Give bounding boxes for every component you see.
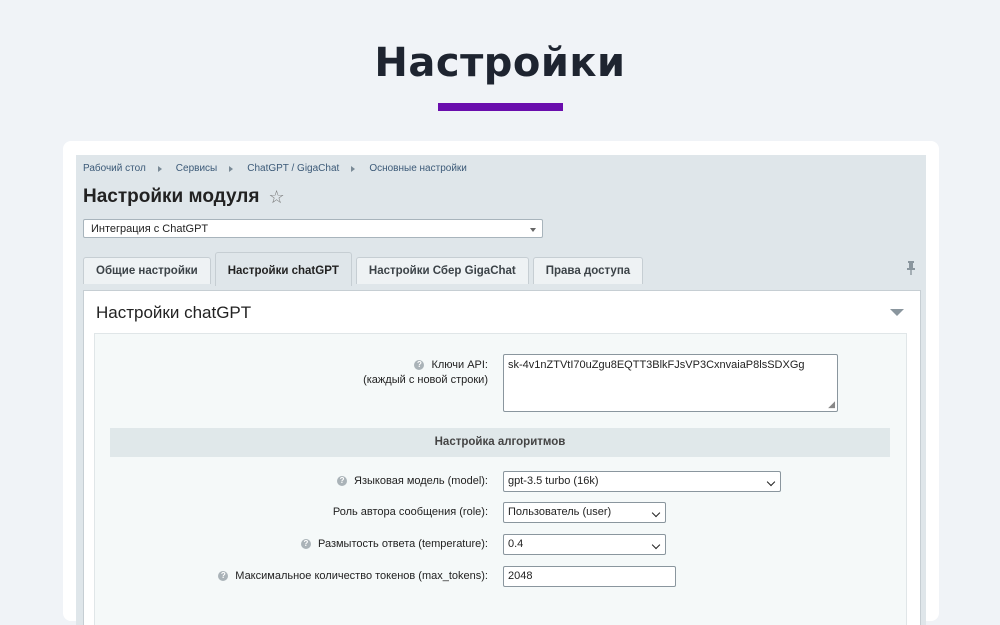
- chevron-down-icon: [766, 477, 776, 487]
- module-title: Настройки модуля ☆: [83, 186, 285, 208]
- tab-chatgpt-settings[interactable]: Настройки chatGPT: [214, 252, 352, 286]
- integration-select[interactable]: Интеграция с ChatGPT: [83, 219, 543, 238]
- pin-icon-svg: [907, 261, 915, 275]
- temperature-select[interactable]: 0.4: [503, 534, 666, 555]
- admin-panel: Рабочий стол Сервисы ChatGPT / GigaChat …: [76, 155, 926, 625]
- help-icon[interactable]: ?: [414, 360, 425, 371]
- max-tokens-value: 2048: [508, 570, 533, 582]
- breadcrumb-item-main-settings[interactable]: Основные настройки: [369, 163, 467, 174]
- api-keys-label: ? Ключи API: (каждый с новой строки): [363, 358, 488, 388]
- integration-select-value: Интеграция с ChatGPT: [91, 223, 209, 235]
- algorithm-section-header: Настройка алгоритмов: [110, 428, 890, 457]
- breadcrumb-item-desktop[interactable]: Рабочий стол: [83, 163, 146, 174]
- max-tokens-label: ? Максимальное количество токенов (max_to…: [218, 570, 488, 582]
- role-select[interactable]: Пользователь (user): [503, 502, 666, 523]
- collapse-icon[interactable]: [890, 309, 904, 316]
- breadcrumb: Рабочий стол Сервисы ChatGPT / GigaChat …: [83, 163, 467, 174]
- tab-bar: Общие настройки Настройки chatGPT Настро…: [83, 252, 647, 286]
- breadcrumb-separator-icon: [157, 165, 162, 172]
- model-select[interactable]: gpt-3.5 turbo (16k): [503, 471, 781, 492]
- api-keys-label-main: Ключи API:: [431, 359, 488, 371]
- model-label-text: Языковая модель (model):: [354, 475, 488, 487]
- hero-underline: [438, 103, 563, 111]
- resize-handle-icon[interactable]: ◢: [828, 399, 835, 410]
- settings-panel: Настройки chatGPT ? Ключи API: (каждый с …: [83, 290, 921, 625]
- max-tokens-input[interactable]: 2048: [503, 566, 676, 587]
- temperature-label: ? Размытость ответа (temperature):: [300, 538, 488, 550]
- chevron-down-icon: [651, 540, 661, 550]
- screenshot-card: Рабочий стол Сервисы ChatGPT / GigaChat …: [63, 141, 939, 625]
- help-icon[interactable]: ?: [337, 476, 348, 487]
- role-label: Роль автора сообщения (role):: [332, 506, 488, 518]
- page-hero-title: Настройки: [374, 40, 626, 86]
- tab-gigachat-settings[interactable]: Настройки Сбер GigaChat: [355, 257, 529, 284]
- star-icon[interactable]: ☆: [268, 187, 284, 208]
- tab-general-settings[interactable]: Общие настройки: [83, 257, 211, 284]
- role-select-value: Пользователь (user): [508, 506, 612, 518]
- api-keys-label-hint: (каждый с новой строки): [363, 374, 488, 386]
- help-icon[interactable]: ?: [300, 539, 311, 550]
- api-keys-textarea[interactable]: sk-4v1nZTVtI70uZgu8EQTT3BlkFJsVP3Cxnvaia…: [503, 354, 838, 412]
- chevron-down-icon: [530, 228, 536, 232]
- pin-icon[interactable]: [906, 261, 916, 278]
- breadcrumb-item-services[interactable]: Сервисы: [176, 163, 217, 174]
- breadcrumb-item-chatgpt-gigachat[interactable]: ChatGPT / GigaChat: [247, 163, 339, 174]
- chevron-down-icon: [651, 508, 661, 518]
- model-label: ? Языковая модель (model):: [337, 475, 488, 487]
- max-tokens-label-text: Максимальное количество токенов (max_tok…: [235, 570, 488, 582]
- tab-access-rights[interactable]: Права доступа: [532, 257, 644, 284]
- temperature-label-text: Размытость ответа (temperature):: [317, 538, 488, 550]
- form-area: ? Ключи API: (каждый с новой строки) sk-4…: [94, 333, 907, 625]
- help-icon[interactable]: ?: [218, 571, 229, 582]
- breadcrumb-separator-icon: [229, 165, 234, 172]
- api-keys-value: sk-4v1nZTVtI70uZgu8EQTT3BlkFJsVP3Cxnvaia…: [508, 359, 805, 371]
- module-title-text: Настройки модуля: [83, 186, 260, 207]
- breadcrumb-separator-icon: [351, 165, 356, 172]
- panel-title: Настройки chatGPT: [96, 303, 252, 322]
- model-select-value: gpt-3.5 turbo (16k): [508, 475, 599, 487]
- temperature-select-value: 0.4: [508, 538, 524, 550]
